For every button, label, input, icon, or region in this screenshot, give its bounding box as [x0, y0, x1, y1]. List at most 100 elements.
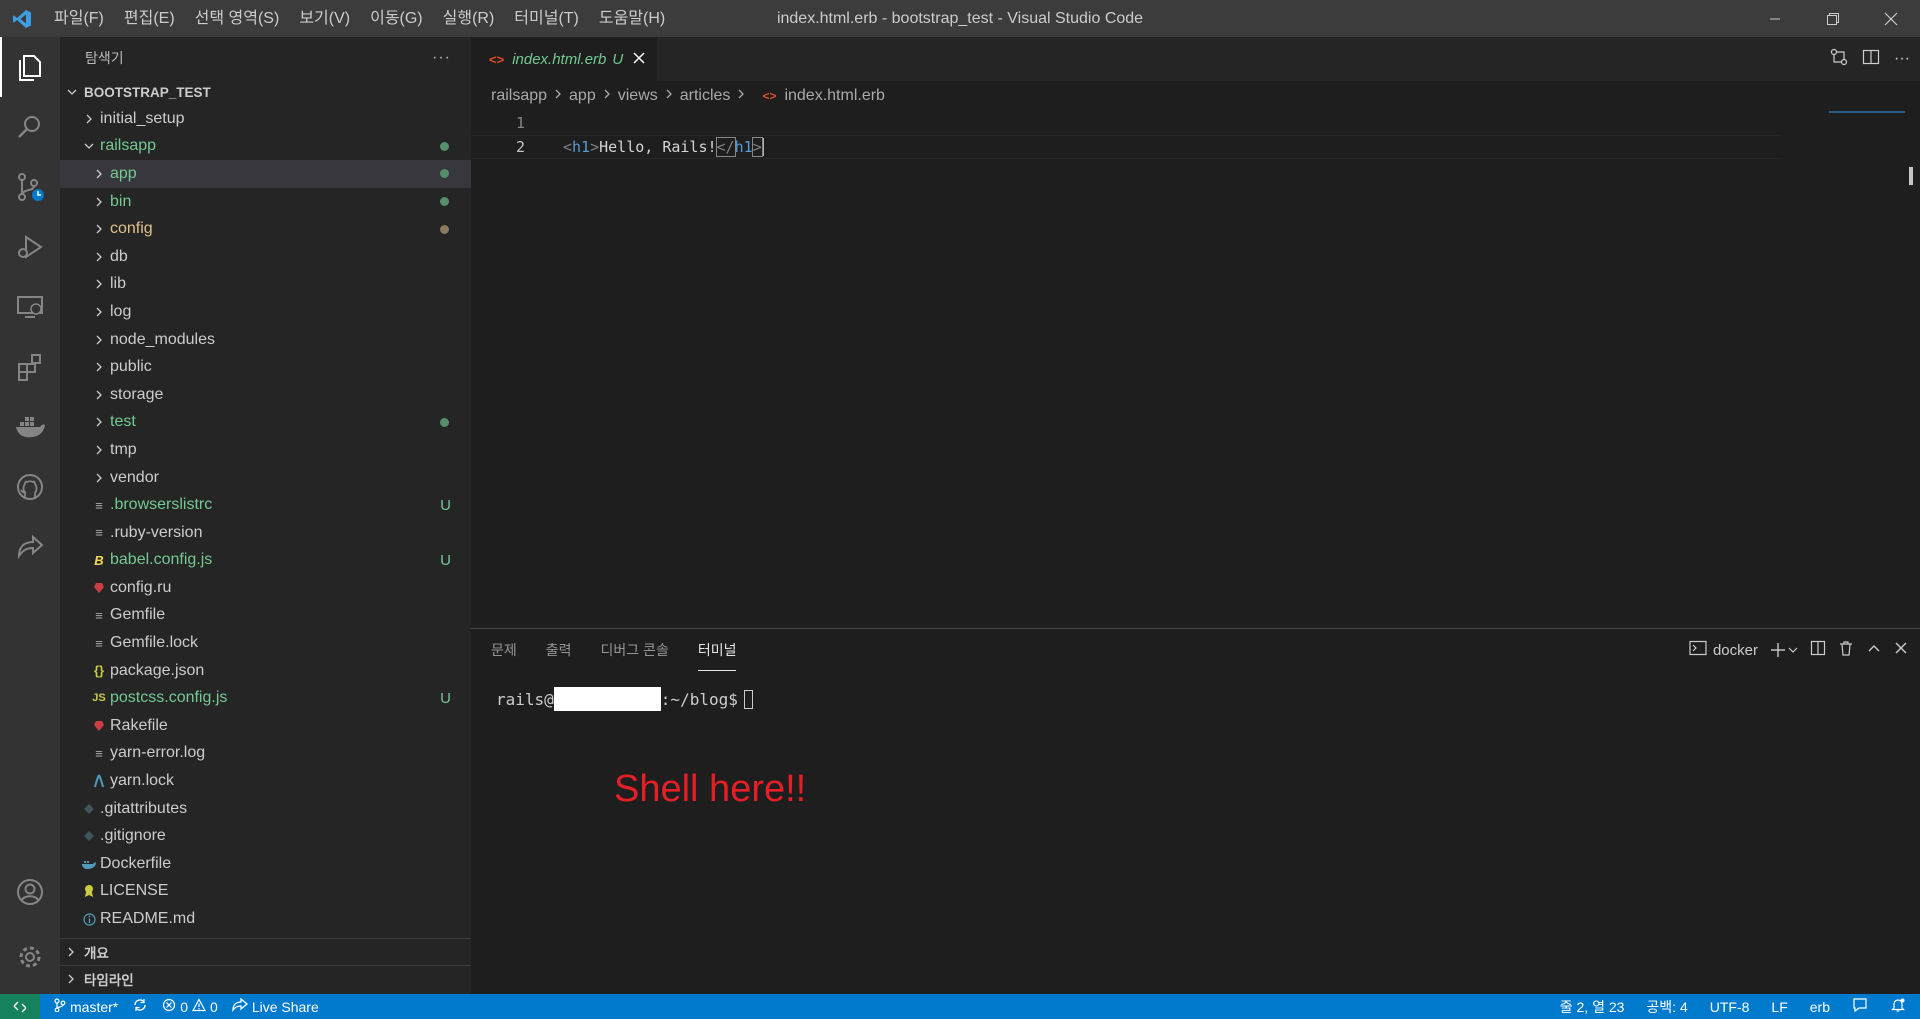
run-debug-icon[interactable] — [0, 217, 60, 277]
outline-section[interactable]: 개요 — [60, 938, 471, 965]
tree-item-browserslistrc[interactable]: ≡ .browserslistrc U — [60, 491, 471, 519]
tree-item-label: bin — [110, 192, 132, 210]
extensions-icon[interactable] — [0, 337, 60, 397]
tab-terminal[interactable]: 터미널 — [697, 629, 737, 671]
breadcrumb-item[interactable]: views — [618, 87, 658, 105]
breadcrumb-item[interactable]: railsapp — [491, 87, 547, 105]
tree-item-gemfile[interactable]: ≡ Gemfile — [60, 602, 471, 630]
menu-run[interactable]: 실행(R) — [433, 0, 505, 37]
chevron-up-icon[interactable] — [1866, 640, 1882, 660]
problems-indicator[interactable]: 0 0 — [162, 998, 218, 1015]
close-window-icon[interactable] — [1862, 0, 1920, 37]
scrollbar[interactable] — [1906, 111, 1920, 628]
tree-item-dockerfile[interactable]: Dockerfile — [60, 850, 471, 878]
menu-go[interactable]: 이동(G) — [360, 0, 433, 37]
breadcrumb-item[interactable]: index.html.erb — [784, 87, 885, 105]
split-terminal-icon[interactable] — [1810, 640, 1826, 660]
tree-item-public[interactable]: public — [60, 353, 471, 381]
tree-item-railsapp[interactable]: railsapp — [60, 133, 471, 161]
timeline-section[interactable]: 타임라인 — [60, 965, 471, 992]
minimize-icon[interactable] — [1746, 0, 1804, 37]
live-share-button[interactable]: Live Share — [232, 997, 319, 1015]
minimap[interactable] — [1829, 111, 1905, 113]
settings-gear-icon[interactable] — [0, 927, 60, 987]
end-of-line[interactable]: LF — [1771, 999, 1787, 1015]
tab-output[interactable]: 출력 — [546, 629, 572, 671]
code-editor[interactable]: 1 2 <h1>Hello, Rails!</h1> — [471, 111, 1920, 159]
status-right: 줄 2, 열 23 공백: 4 UTF-8 LF erb — [1560, 994, 1920, 1019]
tree-item-initial-setup[interactable]: initial_setup — [60, 105, 471, 133]
tree-item-yarn-lock[interactable]: yarn.lock — [60, 767, 471, 795]
tab-problems[interactable]: 문제 — [491, 629, 517, 671]
close-tab-icon[interactable] — [633, 51, 645, 68]
chevron-right-icon — [90, 389, 108, 401]
github-icon[interactable] — [0, 457, 60, 517]
git-file-icon — [80, 803, 98, 815]
live-share-icon[interactable] — [0, 517, 60, 577]
encoding[interactable]: UTF-8 — [1710, 999, 1750, 1015]
accounts-icon[interactable] — [0, 862, 60, 922]
tree-item-config-ru[interactable]: config.ru — [60, 574, 471, 602]
more-actions-icon[interactable]: ··· — [1894, 50, 1910, 68]
close-panel-icon[interactable] — [1894, 641, 1908, 659]
menu-file[interactable]: 파일(F) — [44, 0, 114, 37]
breadcrumb-item[interactable]: articles — [680, 87, 731, 105]
tree-item-node-modules[interactable]: node_modules — [60, 326, 471, 354]
language-mode[interactable]: erb — [1810, 999, 1830, 1015]
tag-bracket: < — [563, 137, 573, 156]
menu-view[interactable]: 보기(V) — [289, 0, 360, 37]
menu-edit[interactable]: 편집(E) — [114, 0, 185, 37]
tree-item-tmp[interactable]: tmp — [60, 436, 471, 464]
tree-item-postcss-config[interactable]: JS postcss.config.js U — [60, 684, 471, 712]
tree-item-lib[interactable]: lib — [60, 271, 471, 299]
tree-item-gitattributes[interactable]: .gitattributes — [60, 795, 471, 823]
tab-index-html-erb[interactable]: <> index.html.erb U — [471, 37, 658, 81]
folder-root[interactable]: BOOTSTRAP_TEST — [60, 79, 471, 105]
sync-button[interactable] — [132, 998, 148, 1015]
search-icon[interactable] — [0, 97, 60, 157]
tree-item-bin[interactable]: bin — [60, 188, 471, 216]
tree-item-gitignore[interactable]: .gitignore — [60, 822, 471, 850]
tree-item-label: lib — [110, 275, 127, 293]
menu-help[interactable]: 도움말(H) — [589, 0, 675, 37]
tree-item-babel-config[interactable]: B babel.config.js U — [60, 547, 471, 575]
tree-item-storage[interactable]: storage — [60, 381, 471, 409]
docker-icon[interactable] — [0, 397, 60, 457]
tree-item-app[interactable]: app — [60, 160, 471, 188]
tree-item-test[interactable]: test — [60, 409, 471, 437]
open-changes-icon[interactable] — [1830, 48, 1848, 71]
remote-explorer-icon[interactable] — [0, 277, 60, 337]
terminal-select[interactable]: docker — [1689, 640, 1758, 660]
more-actions-icon[interactable]: ··· — [432, 49, 451, 67]
git-branch[interactable]: master* — [54, 998, 118, 1015]
source-control-icon[interactable] — [0, 157, 60, 217]
tree-item-gemfile-lock[interactable]: ≡ Gemfile.lock — [60, 629, 471, 657]
tree-item-readme[interactable]: README.md — [60, 905, 471, 933]
tree-item-rakefile[interactable]: Rakefile — [60, 712, 471, 740]
explorer-icon[interactable] — [0, 37, 60, 97]
tree-item-db[interactable]: db — [60, 243, 471, 271]
menu-selection[interactable]: 선택 영역(S) — [185, 0, 290, 37]
tree-item-config[interactable]: config — [60, 215, 471, 243]
tree-item-package-json[interactable]: {} package.json — [60, 657, 471, 685]
notifications-bell-icon[interactable] — [1890, 997, 1906, 1016]
feedback-icon[interactable] — [1852, 997, 1868, 1016]
split-editor-icon[interactable] — [1862, 48, 1880, 71]
chevron-right-icon — [90, 472, 108, 484]
remote-indicator-icon[interactable] — [0, 994, 40, 1019]
tree-item-ruby-version[interactable]: ≡ .ruby-version — [60, 519, 471, 547]
menu-terminal[interactable]: 터미널(T) — [504, 0, 589, 37]
breadcrumb-item[interactable]: app — [569, 87, 596, 105]
error-icon — [162, 998, 176, 1015]
tree-item-log[interactable]: log — [60, 298, 471, 326]
restore-icon[interactable] — [1804, 0, 1862, 37]
terminal-output[interactable]: rails@:~/blog$ — [471, 671, 1920, 711]
tab-debug-console[interactable]: 디버그 콘솔 — [601, 629, 669, 671]
new-terminal-icon[interactable] — [1770, 642, 1798, 658]
trash-icon[interactable] — [1838, 640, 1854, 660]
indentation[interactable]: 공백: 4 — [1646, 997, 1687, 1017]
tree-item-yarn-error-log[interactable]: ≡ yarn-error.log — [60, 740, 471, 768]
cursor-position[interactable]: 줄 2, 열 23 — [1560, 997, 1625, 1017]
tree-item-vendor[interactable]: vendor — [60, 464, 471, 492]
tree-item-license[interactable]: LICENSE — [60, 878, 471, 906]
